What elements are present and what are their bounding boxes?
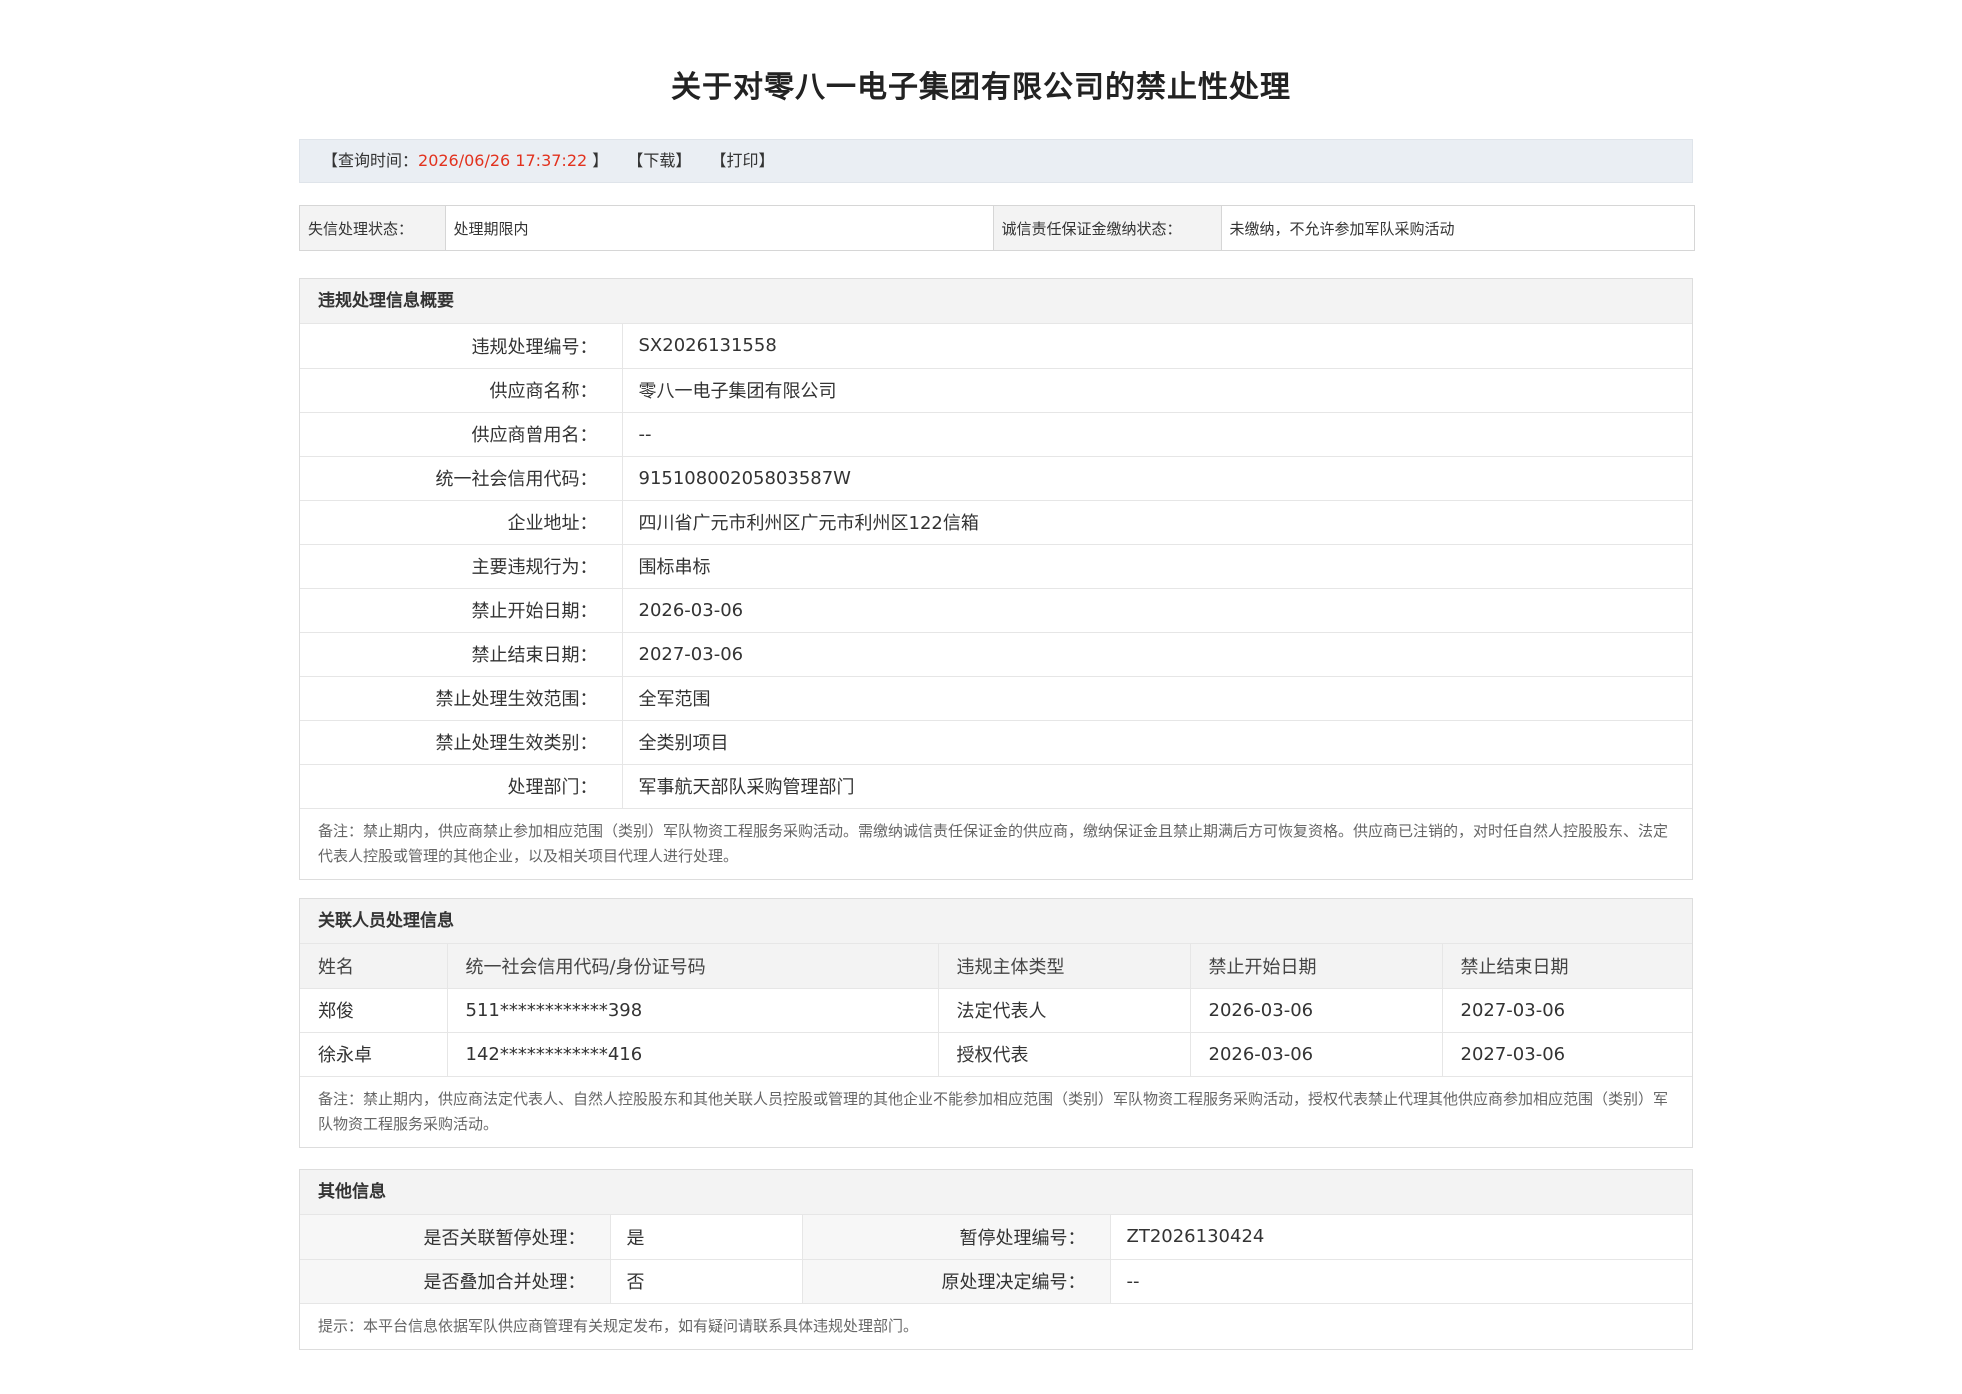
summary-value: 91510800205803587W: [622, 456, 1692, 501]
column-header: 禁止结束日期: [1442, 944, 1692, 989]
deposit-status-label: 诚信责任保证金缴纳状态：: [993, 206, 1222, 250]
summary-key: 禁止处理生效范围：: [300, 676, 623, 721]
person-id: 511************398: [447, 988, 939, 1033]
summary-value: 军事航天部队采购管理部门: [622, 764, 1692, 809]
query-time-label: 【查询时间：: [322, 151, 419, 170]
person-start-date: 2026-03-06: [1190, 1032, 1443, 1077]
deposit-status-value: 未缴纳，不允许参加军队采购活动: [1229, 219, 1455, 238]
person-name: 徐永卓: [300, 1032, 448, 1077]
table-row: 禁止处理生效类别： 全类别项目: [300, 720, 1692, 765]
related-section: 关联人员处理信息 姓名 统一社会信用代码/身份证号码 违规主体类型 禁止开始日期…: [299, 898, 1693, 1148]
summary-key: 供应商名称：: [300, 368, 623, 413]
summary-value: 零八一电子集团有限公司: [622, 368, 1692, 413]
person-name: 郑俊: [300, 988, 448, 1033]
person-start-date: 2026-03-06: [1190, 988, 1443, 1033]
other-section: 其他信息 是否关联暂停处理： 是 暂停处理编号： ZT2026130424 是否…: [299, 1169, 1693, 1350]
summary-key: 处理部门：: [300, 764, 623, 809]
person-type: 法定代表人: [938, 988, 1191, 1033]
table-row: 是否关联暂停处理： 是 暂停处理编号： ZT2026130424: [300, 1215, 1692, 1260]
summary-value: 2027-03-06: [622, 632, 1692, 677]
person-end-date: 2027-03-06: [1442, 988, 1692, 1033]
summary-key: 禁止开始日期：: [300, 588, 623, 633]
original-decision-label: 原处理决定编号：: [802, 1259, 1111, 1304]
summary-key: 企业地址：: [300, 500, 623, 545]
summary-key: 违规处理编号：: [300, 324, 623, 369]
summary-value: --: [622, 412, 1692, 457]
table-row: 主要违规行为： 围标串标: [300, 544, 1692, 589]
summary-heading: 违规处理信息概要: [300, 279, 1692, 324]
other-heading: 其他信息: [300, 1170, 1692, 1215]
person-end-date: 2027-03-06: [1442, 1032, 1692, 1077]
person-type: 授权代表: [938, 1032, 1191, 1077]
summary-value: 2026-03-06: [622, 588, 1692, 633]
other-table: 是否关联暂停处理： 是 暂停处理编号： ZT2026130424 是否叠加合并处…: [300, 1215, 1692, 1304]
column-header: 姓名: [300, 944, 448, 989]
table-header-row: 姓名 统一社会信用代码/身份证号码 违规主体类型 禁止开始日期 禁止结束日期: [300, 944, 1692, 989]
summary-note: 备注：禁止期内，供应商禁止参加相应范围（类别）军队物资工程服务采购活动。需缴纳诚…: [318, 821, 1669, 865]
linked-suspension-label: 是否关联暂停处理：: [300, 1215, 611, 1260]
table-row: 郑俊 511************398 法定代表人 2026-03-06 2…: [300, 988, 1692, 1033]
summary-key: 供应商曾用名：: [300, 412, 623, 457]
table-row: 是否叠加合并处理： 否 原处理决定编号： --: [300, 1259, 1692, 1304]
credit-status-value: 处理期限内: [445, 206, 994, 250]
column-header: 禁止开始日期: [1190, 944, 1443, 989]
merged-handling-value: 否: [610, 1259, 803, 1304]
table-row: 禁止结束日期： 2027-03-06: [300, 632, 1692, 677]
credit-status-label: 失信处理状态：: [300, 206, 446, 250]
summary-key: 统一社会信用代码：: [300, 456, 623, 501]
table-row: 企业地址： 四川省广元市利州区广元市利州区122信箱: [300, 500, 1692, 545]
summary-value: SX2026131558: [622, 324, 1692, 369]
table-row: 禁止开始日期： 2026-03-06: [300, 588, 1692, 633]
merged-handling-label: 是否叠加合并处理：: [300, 1259, 611, 1304]
page-title: 关于对零八一电子集团有限公司的禁止性处理: [671, 70, 1291, 105]
query-time-close: 】: [592, 151, 609, 170]
table-row: 统一社会信用代码： 91510800205803587W: [300, 456, 1692, 501]
column-header: 统一社会信用代码/身份证号码: [447, 944, 939, 989]
summary-key: 禁止处理生效类别：: [300, 720, 623, 765]
print-link[interactable]: 【打印】: [711, 151, 775, 170]
table-row: 禁止处理生效范围： 全军范围: [300, 676, 1692, 721]
status-bar: 失信处理状态： 处理期限内 诚信责任保证金缴纳状态： 未缴纳，不允许参加军队采购…: [299, 205, 1695, 251]
summary-value: 围标串标: [622, 544, 1692, 589]
summary-value: 全类别项目: [622, 720, 1692, 765]
column-header: 违规主体类型: [938, 944, 1191, 989]
table-row: 徐永卓 142************416 授权代表 2026-03-06 2…: [300, 1032, 1692, 1077]
table-row: 供应商名称： 零八一电子集团有限公司: [300, 368, 1692, 413]
summary-table: 违规处理编号： SX2026131558 供应商名称： 零八一电子集团有限公司 供应…: [300, 324, 1692, 809]
person-id: 142************416: [447, 1032, 939, 1077]
linked-suspension-value: 是: [610, 1215, 803, 1260]
page: 关于对零八一电子集团有限公司的禁止性处理 【查询时间：2026/06/26 17…: [0, 0, 1962, 1394]
suspension-number-label: 暂停处理编号：: [802, 1215, 1111, 1260]
related-note: 备注：禁止期内，供应商法定代表人、自然人控股股东和其他关联人员控股或管理的其他企…: [318, 1089, 1669, 1133]
other-note: 提示：本平台信息依据军队供应商管理有关规定发布，如有疑问请联系具体违规处理部门。: [318, 1316, 919, 1335]
summary-key: 禁止结束日期：: [300, 632, 623, 677]
related-table: 姓名 统一社会信用代码/身份证号码 违规主体类型 禁止开始日期 禁止结束日期 郑…: [300, 944, 1692, 1077]
related-heading: 关联人员处理信息: [300, 899, 1692, 944]
original-decision-value: --: [1110, 1259, 1692, 1304]
summary-section: 违规处理信息概要 违规处理编号： SX2026131558 供应商名称： 零八一电子…: [299, 278, 1693, 880]
summary-key: 主要违规行为：: [300, 544, 623, 589]
query-bar: 【查询时间：2026/06/26 17:37:22 】 【下载】 【打印】: [299, 139, 1693, 183]
download-link[interactable]: 【下载】: [627, 151, 691, 170]
table-row: 处理部门： 军事航天部队采购管理部门: [300, 764, 1692, 809]
summary-value: 全军范围: [622, 676, 1692, 721]
table-row: 违规处理编号： SX2026131558: [300, 324, 1692, 369]
query-time-value: 2026/06/26 17:37:22: [418, 151, 588, 170]
suspension-number-value: ZT2026130424: [1110, 1215, 1692, 1260]
table-row: 供应商曾用名： --: [300, 412, 1692, 457]
summary-value: 四川省广元市利州区广元市利州区122信箱: [622, 500, 1692, 545]
